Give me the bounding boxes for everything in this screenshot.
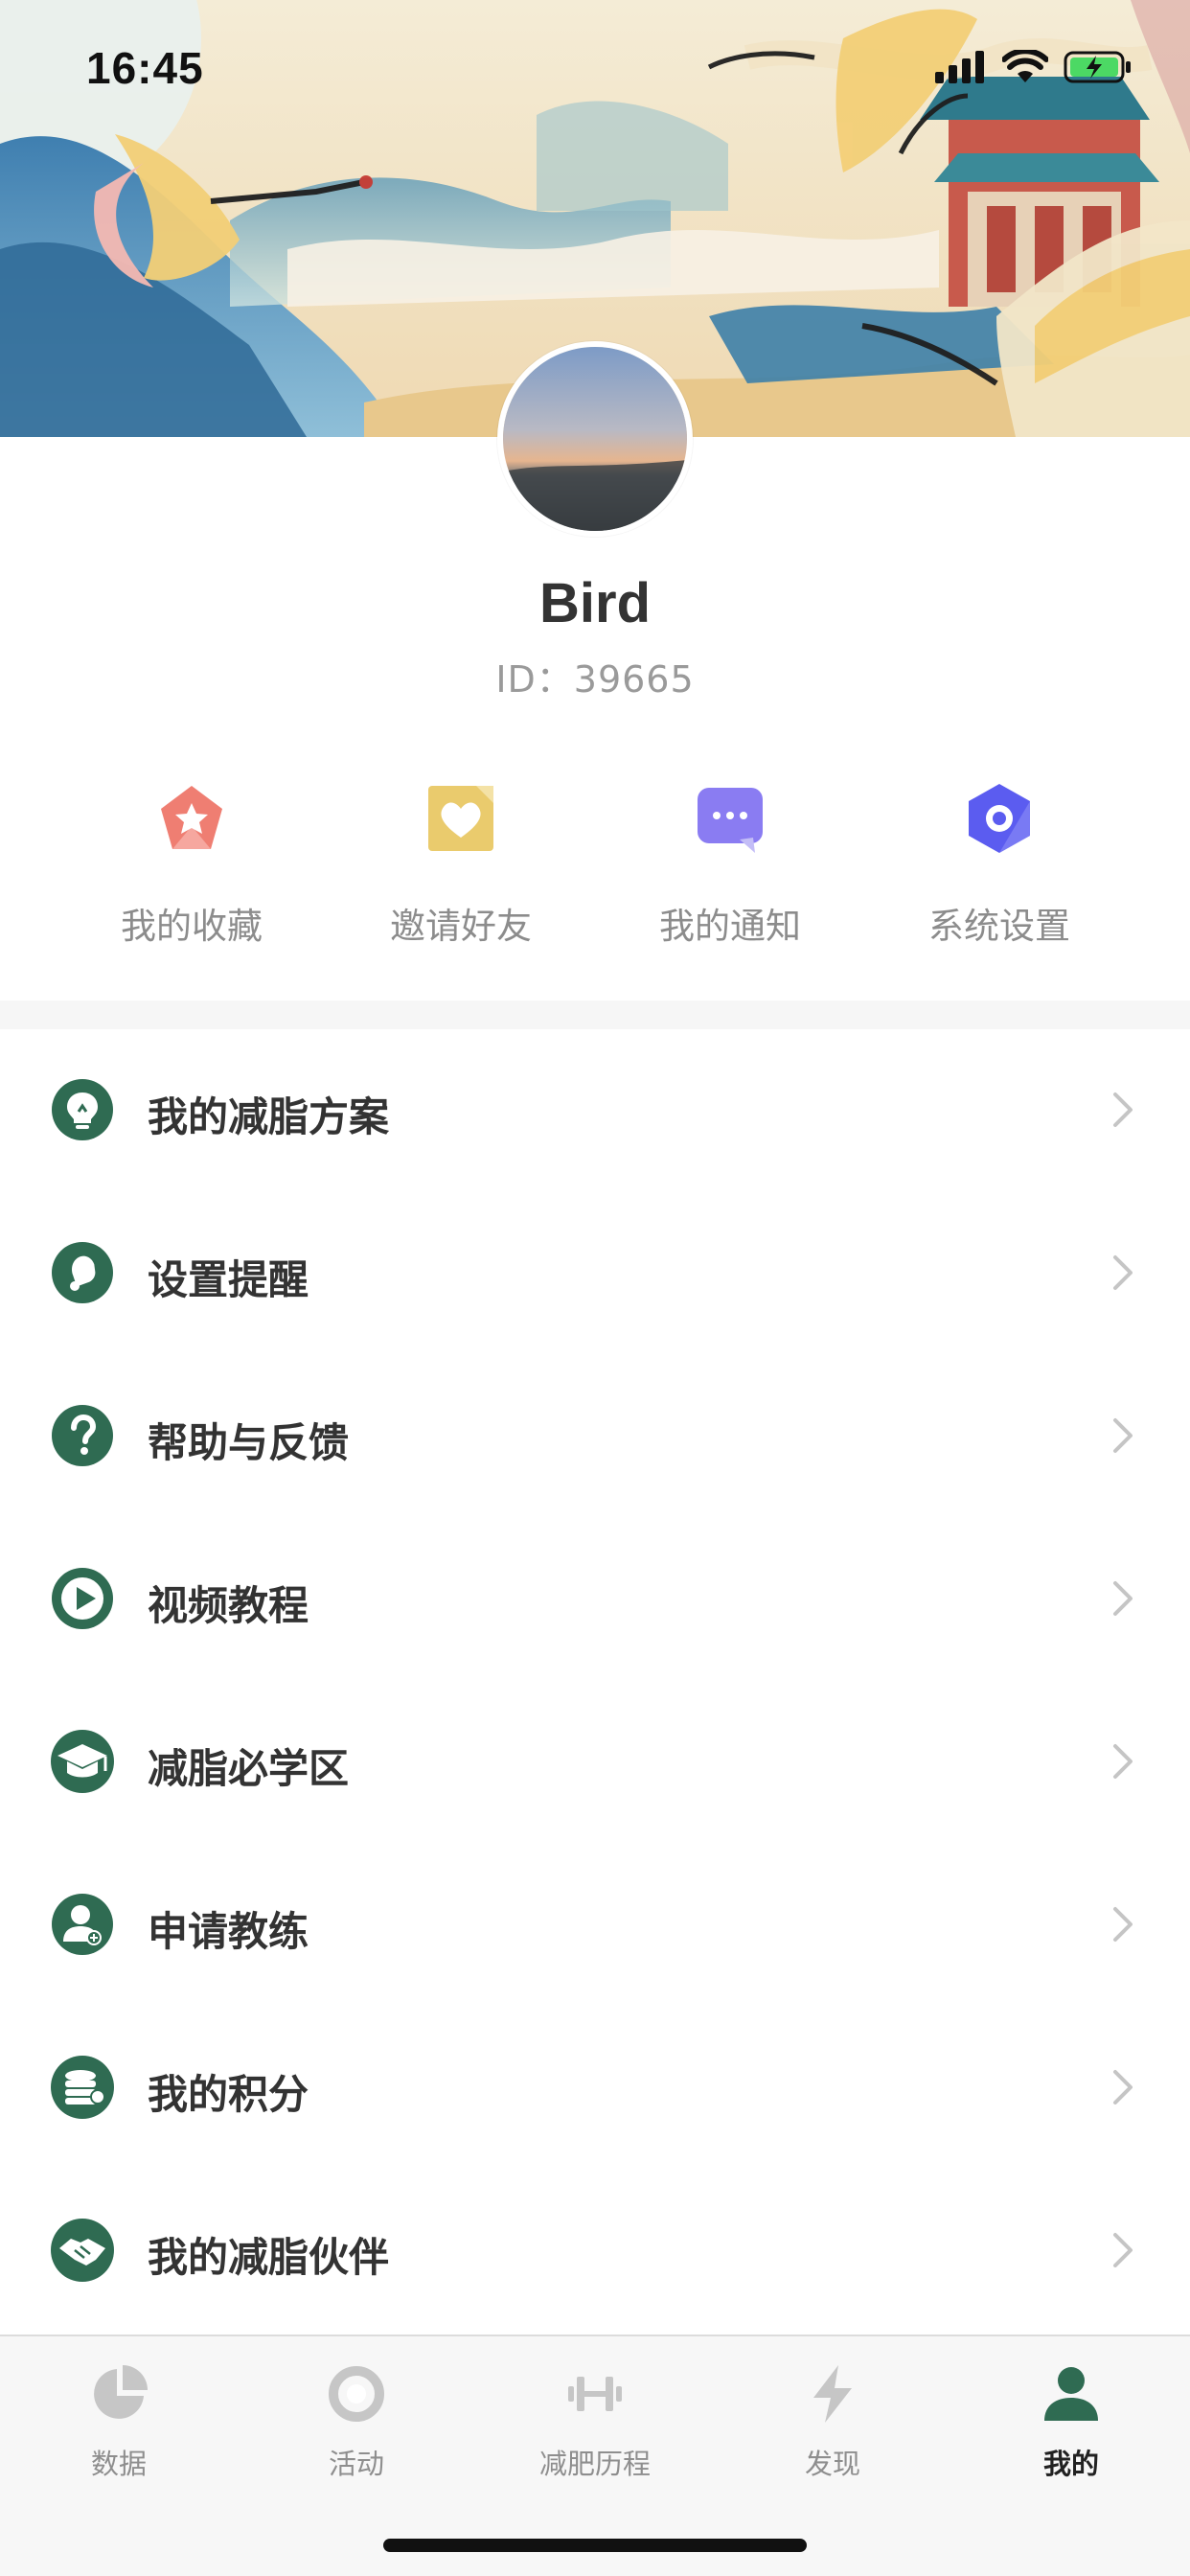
menu-item-label: 帮助与反馈 xyxy=(148,1419,350,1466)
wifi-icon xyxy=(1002,50,1048,82)
tab-weight-loss-journey[interactable]: 减肥历程 xyxy=(476,2356,714,2499)
lightbulb-icon xyxy=(52,1079,113,1140)
battery-charging-icon xyxy=(1064,51,1131,83)
status-bar: 16:45 xyxy=(0,0,1190,134)
star-icon xyxy=(161,786,222,849)
lightning-icon xyxy=(813,2365,852,2423)
chat-bubble-icon xyxy=(698,788,763,853)
chevron-right-icon xyxy=(1113,2070,1133,2104)
menu-item-label: 我的减脂伙伴 xyxy=(148,2234,390,2281)
status-time: 16:45 xyxy=(86,43,204,93)
coins-icon xyxy=(51,2056,114,2119)
home-indicator xyxy=(383,2539,807,2552)
menu-item-reminders[interactable]: 设置提醒 xyxy=(0,1192,1190,1355)
menu-item-apply-coach[interactable]: 申请教练 xyxy=(0,1844,1190,2007)
quick-action-settings[interactable]: 系统设置 xyxy=(856,774,1143,956)
quick-action-invite[interactable]: 邀请好友 xyxy=(317,774,605,956)
menu-item-help-feedback[interactable]: 帮助与反馈 xyxy=(0,1355,1190,1518)
pie-chart-icon xyxy=(94,2365,148,2419)
ring-icon xyxy=(329,2366,384,2422)
chevron-right-icon xyxy=(1113,1092,1133,1127)
quick-action-label: 系统设置 xyxy=(928,906,1070,947)
menu-item-label: 我的积分 xyxy=(148,2071,309,2118)
graduation-cap-icon xyxy=(51,1730,114,1793)
quick-action-label: 我的收藏 xyxy=(121,906,263,947)
tab-label: 数据 xyxy=(90,2448,147,2480)
chevron-right-icon xyxy=(1113,1907,1133,1942)
menu-item-label: 视频教程 xyxy=(148,1582,309,1629)
handshake-icon xyxy=(51,2219,114,2282)
chevron-right-icon xyxy=(1113,1744,1133,1779)
chevron-right-icon xyxy=(1113,1418,1133,1453)
person-icon xyxy=(1044,2367,1098,2421)
menu-item-label: 我的减脂方案 xyxy=(148,1093,390,1140)
menu-item-video-tutorials[interactable]: 视频教程 xyxy=(0,1518,1190,1681)
menu-item-label: 减脂必学区 xyxy=(148,1745,350,1792)
quick-action-label: 邀请好友 xyxy=(390,906,532,947)
tab-label: 我的 xyxy=(1042,2448,1099,2480)
chevron-right-icon xyxy=(1113,1255,1133,1290)
user-avatar[interactable] xyxy=(497,341,693,537)
chevron-right-icon xyxy=(1113,1581,1133,1616)
user-name: Bird xyxy=(539,572,651,634)
cellular-signal-icon xyxy=(935,51,984,83)
quick-action-label: 我的通知 xyxy=(659,906,801,947)
quick-action-notifications[interactable]: 我的通知 xyxy=(586,774,874,956)
quick-action-favorites[interactable]: 我的收藏 xyxy=(48,774,335,956)
menu-item-fat-loss-academy[interactable]: 减脂必学区 xyxy=(0,1681,1190,1844)
tab-label: 活动 xyxy=(328,2448,384,2480)
tab-activities[interactable]: 活动 xyxy=(238,2356,475,2499)
menu-item-label: 申请教练 xyxy=(148,1908,309,1955)
tab-me[interactable]: 我的 xyxy=(952,2356,1190,2499)
menu-item-my-points[interactable]: 我的积分 xyxy=(0,2007,1190,2170)
menu-item-label: 设置提醒 xyxy=(148,1256,309,1303)
user-id: ID：39665 xyxy=(495,658,695,701)
menu-item-fat-loss-plan[interactable]: 我的减脂方案 xyxy=(0,1029,1190,1192)
chevron-right-icon xyxy=(1113,2233,1133,2267)
profile-screen: 16:45 Bird ID：39665 我的收藏 邀请好友 我的通知 系统设置 … xyxy=(0,0,1190,2576)
hexagon-settings-icon xyxy=(969,784,1030,853)
tab-label: 发现 xyxy=(804,2448,860,2480)
tab-discover[interactable]: 发现 xyxy=(714,2356,951,2499)
quick-actions: 我的收藏 邀请好友 我的通知 系统设置 xyxy=(0,774,1190,956)
section-divider xyxy=(0,1000,1190,1029)
status-icons xyxy=(935,50,1133,84)
dumbbell-icon xyxy=(568,2377,622,2411)
menu-item-fat-loss-partners[interactable]: 我的减脂伙伴 xyxy=(0,2170,1190,2333)
tab-data[interactable]: 数据 xyxy=(0,2356,238,2499)
play-icon xyxy=(52,1568,113,1629)
heart-card-icon xyxy=(428,786,493,851)
coach-icon xyxy=(52,1894,113,1955)
question-icon xyxy=(52,1405,113,1466)
tab-label: 减肥历程 xyxy=(538,2448,651,2480)
bell-icon xyxy=(52,1242,113,1303)
